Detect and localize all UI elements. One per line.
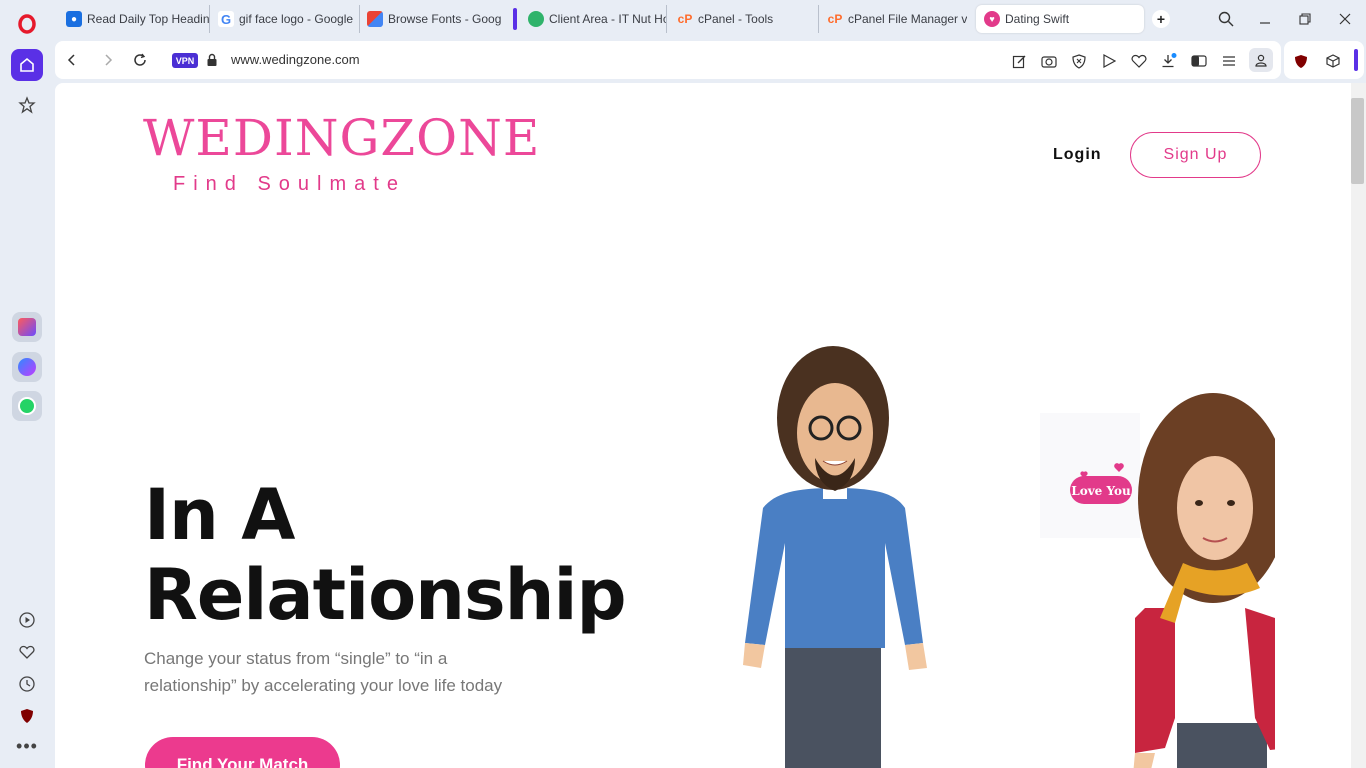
send-icon[interactable] xyxy=(1099,51,1119,71)
camera-snapshot-icon[interactable] xyxy=(1039,51,1059,71)
google-icon: G xyxy=(218,11,234,27)
login-link[interactable]: Login xyxy=(1053,146,1102,164)
extensions-area xyxy=(1284,41,1364,79)
cpanel-icon: cP xyxy=(677,12,693,26)
couple-illustration: Love You xyxy=(743,346,1275,768)
hero-title-line1: In A xyxy=(144,474,295,556)
home-icon[interactable] xyxy=(11,49,43,81)
forward-icon[interactable] xyxy=(99,51,117,69)
browser-sidebar: ••• xyxy=(0,0,52,768)
vpn-badge[interactable]: VPN xyxy=(172,53,198,68)
hero-subtitle: Change your status from “single” to “in … xyxy=(144,649,503,695)
edit-icon[interactable] xyxy=(1009,51,1029,71)
site-tagline: Find Soulmate xyxy=(173,173,406,195)
star-icon[interactable] xyxy=(11,89,43,121)
whatsapp-icon[interactable] xyxy=(12,391,42,421)
close-icon[interactable] xyxy=(1334,8,1356,30)
tab-label: cPanel File Manager v xyxy=(848,12,968,26)
tab-cpanel-file-manager[interactable]: cP cPanel File Manager v xyxy=(819,5,969,33)
address-bar: VPN www.wedingzone.com xyxy=(55,41,1281,79)
client-area-icon xyxy=(528,11,544,27)
heart-favicon-icon: ♥ xyxy=(984,11,1000,27)
cpanel-icon: cP xyxy=(827,12,843,26)
tab-group-indicator xyxy=(513,8,517,30)
reload-icon[interactable] xyxy=(131,51,149,69)
aria-app-icon[interactable] xyxy=(12,312,42,342)
scrollbar-thumb[interactable] xyxy=(1351,98,1364,184)
find-match-button[interactable]: Find Your Match xyxy=(145,737,340,768)
love-you-sticker: Love You xyxy=(1040,413,1140,538)
easy-setup-icon[interactable] xyxy=(1189,51,1209,71)
lock-icon[interactable] xyxy=(203,51,221,69)
svg-text:Love You: Love You xyxy=(1071,484,1131,498)
tab-label: cPanel - Tools xyxy=(698,12,774,26)
more-options-icon[interactable]: ••• xyxy=(11,730,43,762)
settings-sliders-icon[interactable] xyxy=(1219,51,1239,71)
extensions-cube-icon[interactable] xyxy=(1323,51,1343,71)
history-clock-icon[interactable] xyxy=(11,668,43,700)
profile-icon[interactable] xyxy=(1249,48,1273,72)
heart-icon[interactable] xyxy=(11,636,43,668)
tab-client-area[interactable]: Client Area - IT Nut Ho xyxy=(520,5,667,33)
adblock-shield-icon[interactable] xyxy=(1069,51,1089,71)
page-scrollbar[interactable] xyxy=(1351,83,1366,768)
tab-cpanel-tools[interactable]: cP cPanel - Tools xyxy=(669,5,819,33)
restore-icon[interactable] xyxy=(1294,8,1316,30)
tab-favicon-icon: ● xyxy=(66,11,82,27)
signup-button[interactable]: Sign Up xyxy=(1130,132,1261,178)
site-logo[interactable]: WEDINGZONE xyxy=(143,109,540,167)
tab-label: Browse Fonts - Google xyxy=(388,12,501,26)
google-fonts-icon xyxy=(367,11,383,27)
tab-label: gif face logo - Google xyxy=(239,12,354,26)
opera-logo-icon[interactable] xyxy=(11,8,43,40)
sidebar-toggle-indicator[interactable] xyxy=(1354,49,1358,71)
bookmark-heart-icon[interactable] xyxy=(1129,51,1149,71)
download-icon[interactable] xyxy=(1159,51,1179,71)
tab-gif-face-logo[interactable]: G gif face logo - Google xyxy=(210,5,360,33)
new-tab-button[interactable]: + xyxy=(1152,10,1170,28)
search-tabs-icon[interactable] xyxy=(1215,8,1237,30)
ublock-extension-icon[interactable] xyxy=(1291,51,1311,71)
page-viewport: WEDINGZONE Find Soulmate Login Sign Up I… xyxy=(55,83,1351,768)
back-icon[interactable] xyxy=(63,51,81,69)
tab-bar: ● Read Daily Top Headin G gif face logo … xyxy=(52,0,1366,38)
man-figure xyxy=(743,346,927,768)
hero-title-line2: Relationship xyxy=(144,554,627,636)
tab-label: Client Area - IT Nut Ho xyxy=(549,12,666,26)
player-icon[interactable] xyxy=(11,604,43,636)
tab-read-daily[interactable]: ● Read Daily Top Headin xyxy=(58,5,210,33)
messenger-icon[interactable] xyxy=(12,352,42,382)
tab-label: Read Daily Top Headin xyxy=(87,12,209,26)
tab-browse-fonts[interactable]: Browse Fonts - Google xyxy=(359,5,501,33)
tab-dating-swift[interactable]: ♥ Dating Swift xyxy=(976,5,1144,33)
hero-title: In A Relationship xyxy=(144,474,627,636)
ublock-shield-icon[interactable] xyxy=(11,700,43,732)
woman-figure xyxy=(1133,393,1275,768)
url-field[interactable]: www.wedingzone.com xyxy=(231,52,360,67)
tab-label: Dating Swift xyxy=(1005,12,1070,26)
minimize-icon[interactable] xyxy=(1254,8,1276,30)
